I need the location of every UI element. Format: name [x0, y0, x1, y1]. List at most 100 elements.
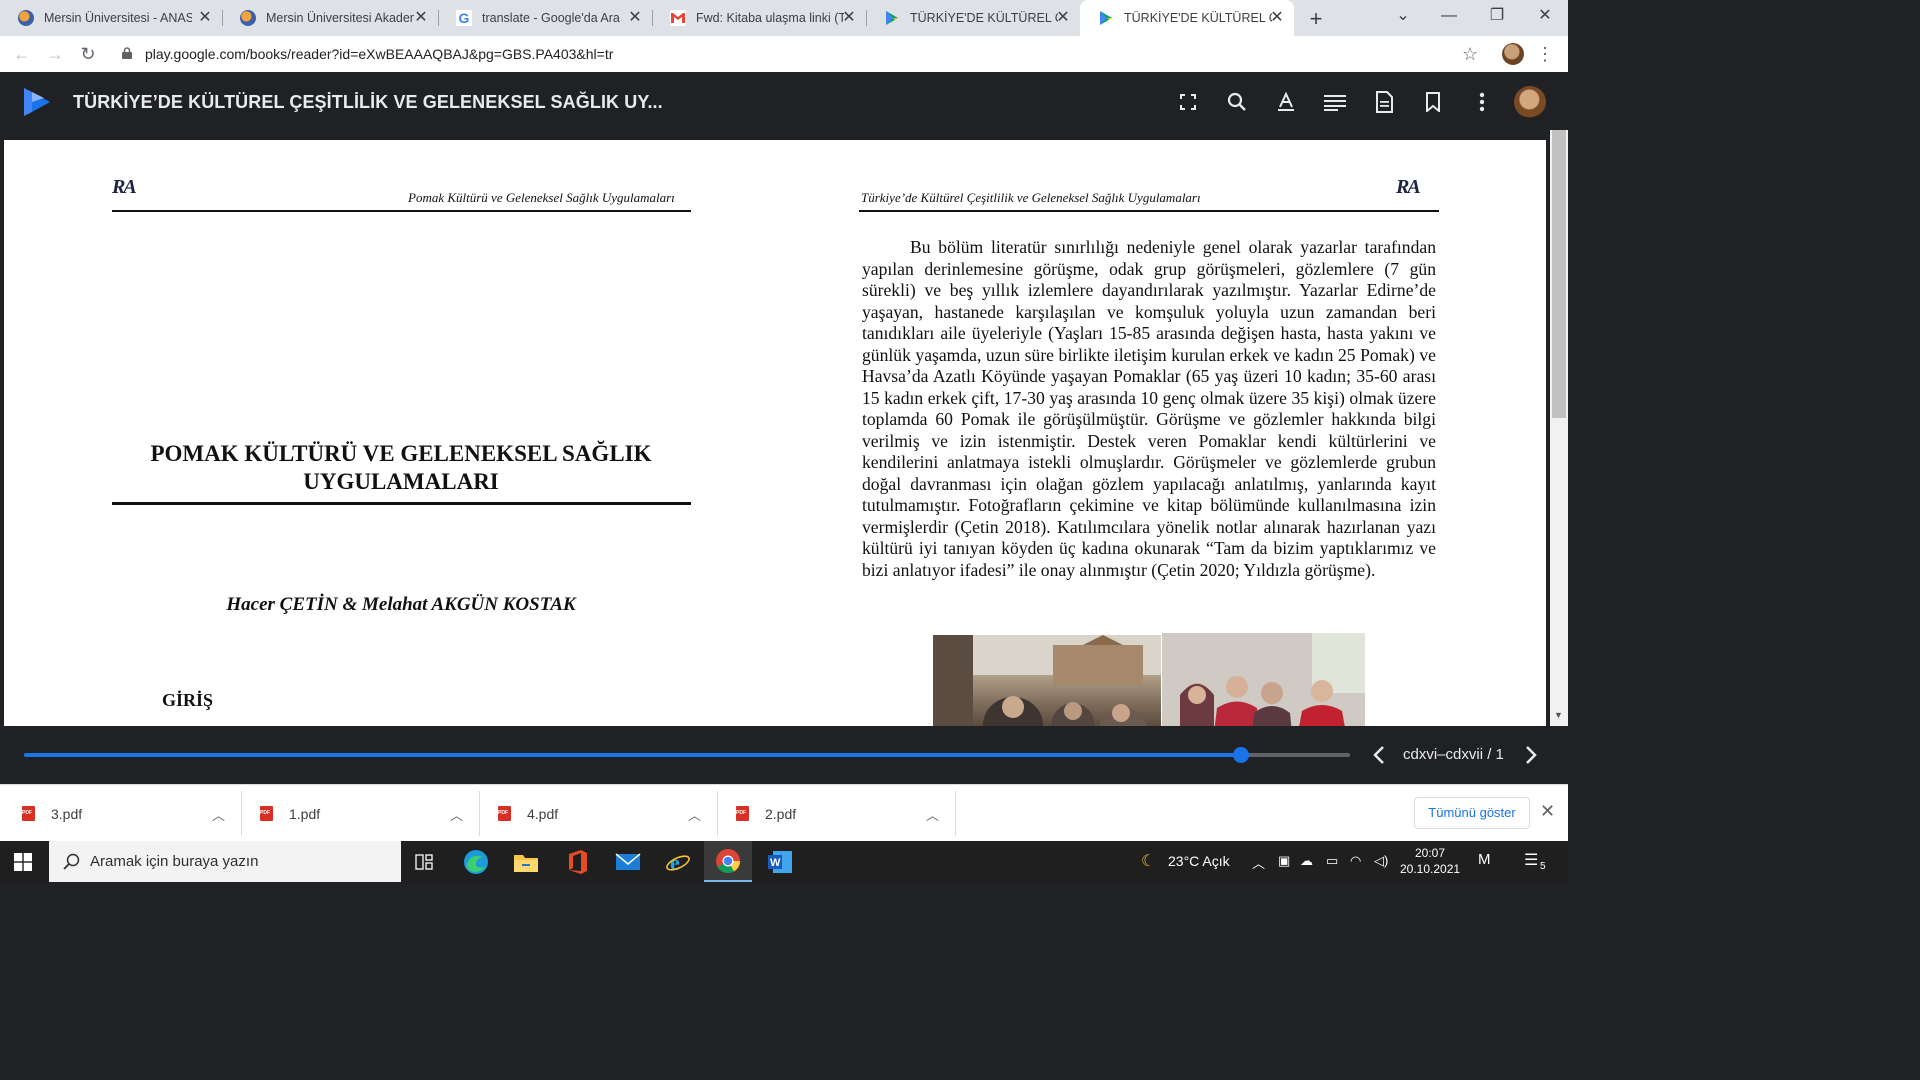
chrome-menu-icon[interactable]: ⋮: [1536, 44, 1554, 65]
search-icon[interactable]: [1224, 89, 1250, 115]
page-navigator: cdxvi–cdxvii / 1: [0, 726, 1568, 784]
tab-close-icon[interactable]: ✕: [1054, 9, 1072, 27]
header-rule: [112, 210, 691, 212]
play-books-logo[interactable]: [22, 86, 52, 118]
action-center-icon[interactable]: ☰: [1524, 850, 1538, 870]
battery-icon[interactable]: ▭: [1326, 853, 1338, 869]
page-slider[interactable]: [24, 747, 1350, 763]
previous-page-icon[interactable]: [1368, 743, 1390, 767]
google-icon: G: [456, 10, 472, 26]
bookmark-star-icon[interactable]: ☆: [1462, 44, 1478, 65]
svg-text:e: e: [670, 850, 680, 875]
system-clock[interactable]: 20:07 20.10.2021: [1400, 845, 1460, 877]
new-tab-button[interactable]: +: [1306, 6, 1326, 32]
tab-close-icon[interactable]: ✕: [1268, 9, 1286, 27]
restore-button[interactable]: ❐: [1474, 0, 1520, 36]
browser-tab-1[interactable]: Mersin Üniversitesi - ANASAYFA ✕: [0, 0, 222, 36]
download-item[interactable]: 1.pdf: [260, 785, 320, 842]
chevron-up-icon[interactable]: ︿: [212, 805, 225, 824]
browser-tab-2[interactable]: Mersin Üniversitesi Akademik ✕: [222, 0, 438, 36]
download-item[interactable]: 3.pdf: [22, 785, 82, 842]
browser-tab-5[interactable]: TÜRKİYE'DE KÜLTÜREL ÇEŞİTLİLİK ✕: [866, 0, 1080, 36]
chapter-title: POMAK KÜLTÜRÜ VE GELENEKSEL SAĞLIK UYGUL…: [150, 441, 652, 494]
more-vert-icon[interactable]: [1469, 89, 1495, 115]
lock-icon[interactable]: [122, 47, 132, 59]
book-spread: RA Pomak Kültürü ve Geleneksel Sağlık Uy…: [4, 140, 1546, 726]
chevron-up-icon[interactable]: ︿: [450, 805, 463, 824]
address-bar[interactable]: play.google.com/books/reader?id=eXwBEAAA…: [145, 46, 613, 62]
weather-moon-icon[interactable]: ☾: [1141, 851, 1155, 871]
download-separator: [717, 791, 718, 836]
tab-close-icon[interactable]: ✕: [196, 9, 214, 27]
text-format-icon[interactable]: [1273, 89, 1299, 115]
pdf-file-icon: [736, 806, 749, 821]
wifi-icon[interactable]: ◠: [1350, 853, 1361, 869]
forward-button[interactable]: →: [43, 42, 67, 66]
contents-icon[interactable]: [1322, 89, 1348, 115]
download-filename: 2.pdf: [765, 805, 797, 822]
download-item[interactable]: 4.pdf: [498, 785, 558, 842]
tab-title: Mersin Üniversitesi - ANASAYFA: [44, 11, 192, 25]
taskbar-search-placeholder: Aramak için buraya yazın: [90, 853, 259, 870]
mail-icon[interactable]: [604, 841, 652, 882]
browser-toolbar: ← → ↻ play.google.com/books/reader?id=eX…: [0, 36, 1568, 72]
download-item[interactable]: 2.pdf: [736, 785, 796, 842]
page-view-icon[interactable]: [1371, 89, 1397, 115]
tab-close-icon[interactable]: ✕: [626, 9, 644, 27]
chevron-up-icon[interactable]: ︿: [926, 805, 939, 824]
mersin-university-icon: [240, 10, 256, 26]
tab-search-icon[interactable]: ⌄: [1380, 0, 1426, 36]
browser-tab-4[interactable]: Fwd: Kitaba ulaşma linki (TÜ ✕: [652, 0, 866, 36]
office-icon[interactable]: [554, 841, 602, 882]
edge-browser-icon[interactable]: [452, 841, 500, 882]
title-rule: [112, 502, 691, 505]
chrome-icon[interactable]: [704, 841, 752, 882]
chevron-up-icon[interactable]: ︿: [688, 805, 701, 824]
word-icon[interactable]: W: [756, 841, 804, 882]
minimize-button[interactable]: —: [1426, 0, 1472, 36]
reader-scrollbar[interactable]: ▲ ▼: [1550, 130, 1568, 726]
tab-close-icon[interactable]: ✕: [840, 9, 858, 27]
weather-text[interactable]: 23°C Açık: [1168, 853, 1230, 869]
download-separator: [955, 791, 956, 836]
file-explorer-icon[interactable]: [502, 841, 550, 882]
clock-time: 20:07: [1414, 846, 1446, 860]
play-books-icon: [1098, 10, 1114, 26]
fullscreen-icon[interactable]: [1175, 89, 1201, 115]
taskbar-search-box[interactable]: Aramak için buraya yazın: [49, 841, 401, 882]
close-window-button[interactable]: ✕: [1522, 0, 1568, 36]
section-heading: GİRİŞ: [162, 690, 214, 710]
play-books-icon: [884, 10, 900, 26]
scrollbar-thumb[interactable]: [1552, 130, 1566, 418]
reload-button[interactable]: ↻: [76, 42, 100, 66]
task-view-icon[interactable]: [400, 841, 448, 882]
download-separator: [479, 791, 480, 836]
profile-avatar[interactable]: [1502, 43, 1524, 65]
clock-date: 20.10.2021: [1400, 862, 1461, 876]
browser-tab-3[interactable]: G translate - Google'da Ara ✕: [438, 0, 652, 36]
onedrive-icon[interactable]: ☁: [1300, 853, 1313, 869]
next-page-icon[interactable]: [1520, 743, 1542, 767]
internet-explorer-icon[interactable]: e: [654, 841, 702, 882]
bookmark-icon[interactable]: [1420, 89, 1446, 115]
account-avatar[interactable]: [1514, 86, 1546, 118]
unread-mail-icon[interactable]: M: [1478, 851, 1491, 868]
pdf-file-icon: [22, 806, 35, 821]
chevron-up-icon[interactable]: ︿: [1252, 853, 1265, 872]
windows-start-icon[interactable]: [14, 853, 32, 871]
tab-title: TÜRKİYE'DE KÜLTÜREL ÇEŞİTLİLİK: [910, 11, 1058, 25]
notification-badge: 5: [1540, 861, 1546, 872]
browser-tab-6-active[interactable]: TÜRKİYE'DE KÜLTÜREL ÇEŞİTLİLİK ✕: [1080, 0, 1294, 36]
scroll-down-arrow-icon[interactable]: ▼: [1554, 710, 1563, 720]
close-icon[interactable]: ✕: [1540, 801, 1555, 822]
download-filename: 4.pdf: [527, 805, 559, 822]
volume-icon[interactable]: ◁): [1374, 853, 1388, 869]
back-button[interactable]: ←: [10, 42, 34, 66]
reader-header: TÜRKİYE’DE KÜLTÜREL ÇEŞİTLİLİK VE GELENE…: [0, 72, 1568, 130]
show-all-downloads-button[interactable]: Tümünü göster: [1414, 797, 1530, 829]
download-separator: [241, 791, 242, 836]
tab-close-icon[interactable]: ✕: [412, 9, 430, 27]
page-slider-handle[interactable]: [1233, 747, 1250, 763]
windows-taskbar: Aramak için buraya yazın e W ☾ 23°C Açık…: [0, 841, 1568, 882]
meet-now-icon[interactable]: ▣: [1278, 853, 1290, 869]
